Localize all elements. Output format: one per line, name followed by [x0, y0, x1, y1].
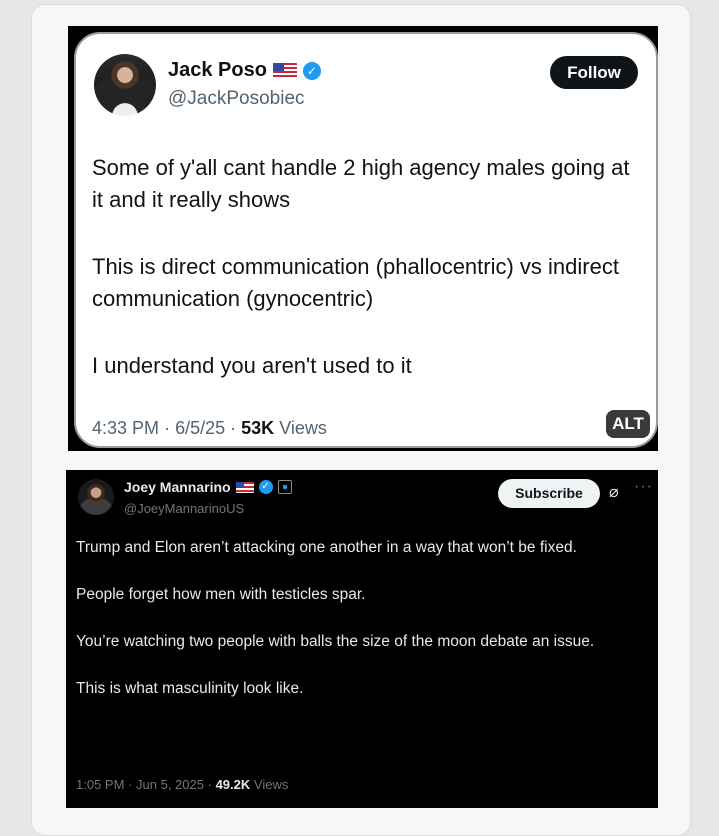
tweet-body: Some of y'all cant handle 2 high agency … [92, 152, 632, 417]
author-name[interactable]: Joey Mannarino [124, 479, 231, 495]
author-handle[interactable]: @JackPosobiec [168, 88, 305, 110]
alt-text-button[interactable]: ALT [606, 410, 650, 438]
author-handle[interactable]: @JoeyMannarinoUS [124, 501, 244, 516]
tweet-date[interactable]: Jun 5, 2025 [136, 777, 204, 792]
tweet-paragraph: You’re watching two people with balls th… [76, 633, 595, 650]
verified-badge-icon: ✓ [258, 480, 273, 494]
meta-separator: · [128, 777, 133, 792]
author-name-row: Joey Mannarino ✓ [124, 479, 292, 495]
tweet-card-jack: Jack Poso ✓ @JackPosobiec Follow Some of… [74, 32, 658, 448]
views-count: 49.2K [215, 777, 251, 792]
tweet-time[interactable]: 4:33 PM [92, 418, 159, 438]
slash-circle-icon[interactable]: ⌀ [609, 482, 619, 502]
tweet-paragraph: Some of y'all cant handle 2 high agency … [92, 155, 630, 212]
views-label: Views [279, 418, 327, 438]
tweet-paragraph: This is what masculinity look like. [76, 680, 304, 697]
avatar[interactable] [94, 54, 156, 116]
tweet-paragraph: Trump and Elon aren’t attacking one anot… [76, 539, 577, 556]
meta-separator: · [164, 418, 171, 438]
us-flag-icon [272, 63, 297, 78]
tweet-card-joey: Joey Mannarino ✓ @JoeyMannarinoUS Subscr… [66, 470, 658, 808]
tweet-paragraph: People forget how men with testicles spa… [76, 586, 366, 603]
views-count: 53K [241, 418, 275, 438]
tweet-body: Trump and Elon aren’t attacking one anot… [76, 536, 646, 724]
author-name[interactable]: Jack Poso [168, 59, 267, 82]
avatar[interactable] [78, 479, 114, 515]
subscribe-button[interactable]: Subscribe [498, 479, 600, 508]
us-flag-icon [235, 481, 254, 493]
follow-button[interactable]: Follow [550, 56, 638, 89]
meta-separator: · [230, 418, 237, 438]
verified-badge-icon: ✓ [302, 61, 321, 80]
tweet-paragraph: I understand you aren't used to it [92, 353, 412, 378]
tweet-meta: 1:05 PM · Jun 5, 2025 · 49.2K Views [76, 777, 288, 792]
author-name-row: Jack Poso ✓ [168, 59, 321, 82]
tweet-paragraph: This is direct communication (phallocent… [92, 254, 619, 311]
tweet-date[interactable]: 6/5/25 [175, 418, 225, 438]
meta-separator: · [207, 777, 212, 792]
more-dots-icon[interactable]: ··· [634, 478, 653, 496]
affiliate-square-icon [277, 480, 292, 494]
tweet-time[interactable]: 1:05 PM [76, 777, 124, 792]
tweet-meta: 4:33 PM · 6/5/25 · 53K Views [92, 418, 327, 439]
views-label: Views [253, 777, 289, 792]
